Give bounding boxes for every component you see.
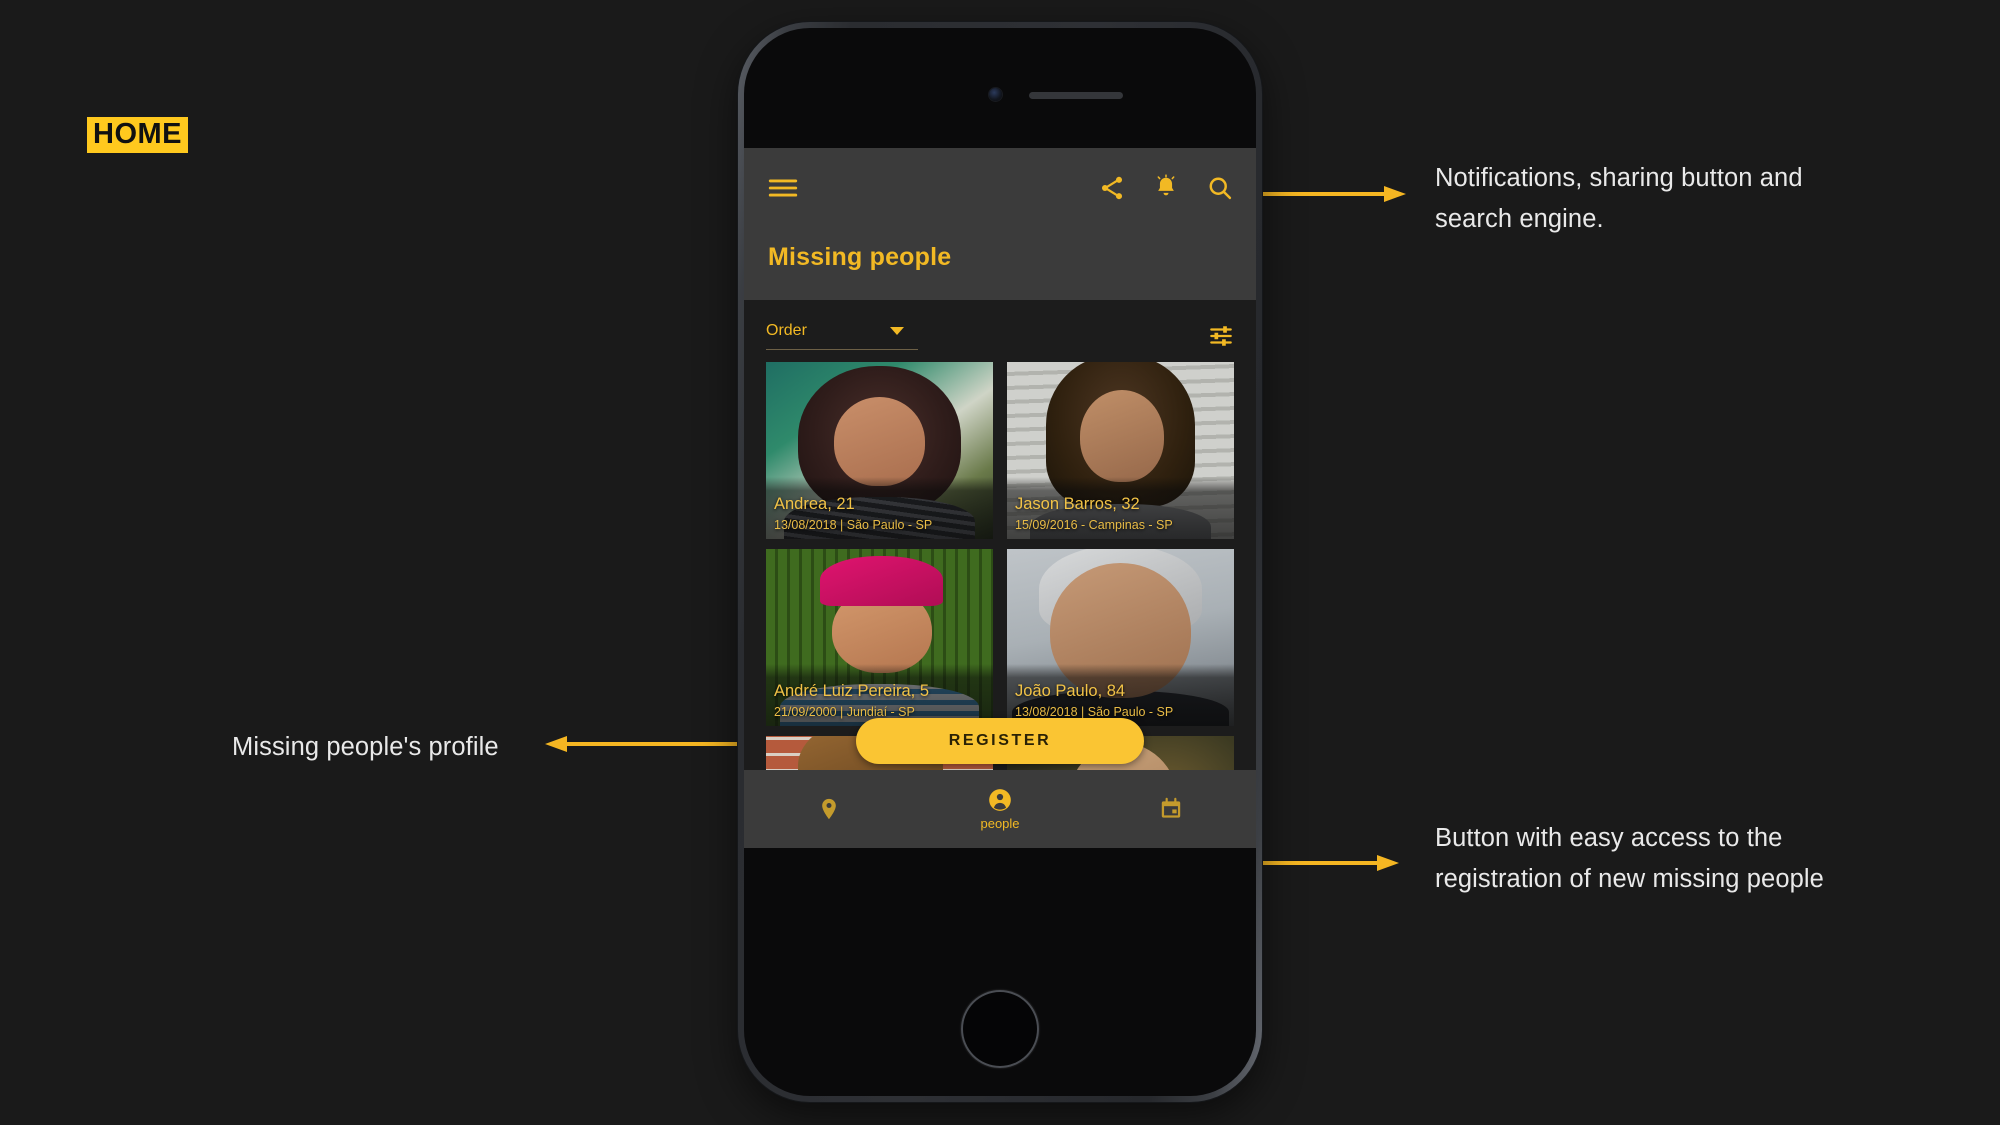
tune-filter-icon[interactable] bbox=[1208, 323, 1234, 349]
arrow-head bbox=[1384, 186, 1406, 202]
person-card-overlay: João Paulo, 84 13/08/2018 | São Paulo - … bbox=[1007, 664, 1234, 726]
search-icon[interactable] bbox=[1206, 174, 1234, 202]
annotation-bottom: Button with easy access to the registrat… bbox=[1435, 824, 1824, 894]
filter-row: Order bbox=[744, 300, 1256, 362]
person-meta: 13/08/2018 | São Paulo - SP bbox=[774, 518, 933, 532]
person-meta: 21/09/2000 | Jundiaí - SP bbox=[774, 705, 915, 719]
person-meta: 13/08/2018 | São Paulo - SP bbox=[1015, 705, 1174, 719]
arrow-head bbox=[1377, 855, 1399, 871]
arrow-head bbox=[545, 736, 567, 752]
person-card[interactable]: André Luiz Pereira, 5 21/09/2000 | Jundi… bbox=[766, 549, 993, 726]
app-bar-actions bbox=[1098, 174, 1234, 202]
person-card[interactable]: João Paulo, 84 13/08/2018 | São Paulo - … bbox=[1007, 549, 1234, 726]
annotation-arrow-left-middle bbox=[545, 733, 750, 755]
nav-item-people[interactable]: people bbox=[915, 787, 1086, 831]
nav-item-location[interactable] bbox=[744, 796, 915, 822]
nav-item-people-label: people bbox=[980, 816, 1020, 831]
person-icon bbox=[989, 789, 1011, 811]
phone-screen-bezel: Missing people Order Andrea, 21 13/08/20… bbox=[744, 28, 1256, 1096]
calendar-icon bbox=[1161, 797, 1180, 818]
order-dropdown[interactable]: Order bbox=[766, 322, 918, 350]
app-screen: Missing people Order Andrea, 21 13/08/20… bbox=[744, 148, 1256, 848]
app-bar-icon-row bbox=[766, 148, 1234, 214]
person-name: Andrea, 21 bbox=[774, 495, 855, 514]
annotation-top: Notifications, sharing button and search… bbox=[1435, 164, 1803, 234]
person-card-overlay: Jason Barros, 32 15/09/2016 - Campinas -… bbox=[1007, 477, 1234, 539]
order-dropdown-label: Order bbox=[766, 322, 807, 339]
chevron-down-icon bbox=[890, 327, 904, 335]
person-card-overlay: Andrea, 21 13/08/2018 | São Paulo - SP bbox=[766, 477, 993, 539]
phone-home-button[interactable] bbox=[961, 990, 1039, 1068]
share-icon[interactable] bbox=[1098, 174, 1126, 202]
hamburger-menu-icon[interactable] bbox=[766, 171, 800, 205]
app-content: Order Andrea, 21 13/08/2018 | São Paulo … bbox=[744, 300, 1256, 848]
phone-mockup: Missing people Order Andrea, 21 13/08/20… bbox=[738, 22, 1262, 1102]
app-bar: Missing people bbox=[744, 148, 1256, 300]
bottom-navigation-bar: people bbox=[744, 770, 1256, 848]
bell-icon[interactable] bbox=[1152, 174, 1180, 202]
person-meta: 15/09/2016 - Campinas - SP bbox=[1015, 518, 1173, 532]
register-button[interactable]: REGISTER bbox=[856, 718, 1144, 764]
person-name: João Paulo, 84 bbox=[1015, 682, 1126, 701]
screenshot-canvas: HOME Notifications, sharing button and s… bbox=[0, 0, 2000, 1125]
app-bar-title: Missing people bbox=[768, 243, 952, 271]
phone-earpiece-speaker bbox=[1029, 92, 1123, 99]
nav-item-calendar[interactable] bbox=[1085, 796, 1256, 822]
person-name: Jason Barros, 32 bbox=[1015, 495, 1140, 514]
location-pin-icon bbox=[822, 798, 837, 820]
annotation-middle: Missing people's profile bbox=[232, 733, 499, 761]
person-card[interactable]: Jason Barros, 32 15/09/2016 - Campinas -… bbox=[1007, 362, 1234, 539]
person-name: André Luiz Pereira, 5 bbox=[774, 682, 930, 701]
arrow-shaft bbox=[567, 742, 750, 746]
page-title: HOME bbox=[87, 117, 188, 154]
person-card[interactable]: Andrea, 21 13/08/2018 | São Paulo - SP bbox=[766, 362, 993, 539]
person-card-overlay: André Luiz Pereira, 5 21/09/2000 | Jundi… bbox=[766, 664, 993, 726]
phone-front-camera bbox=[989, 88, 1002, 101]
